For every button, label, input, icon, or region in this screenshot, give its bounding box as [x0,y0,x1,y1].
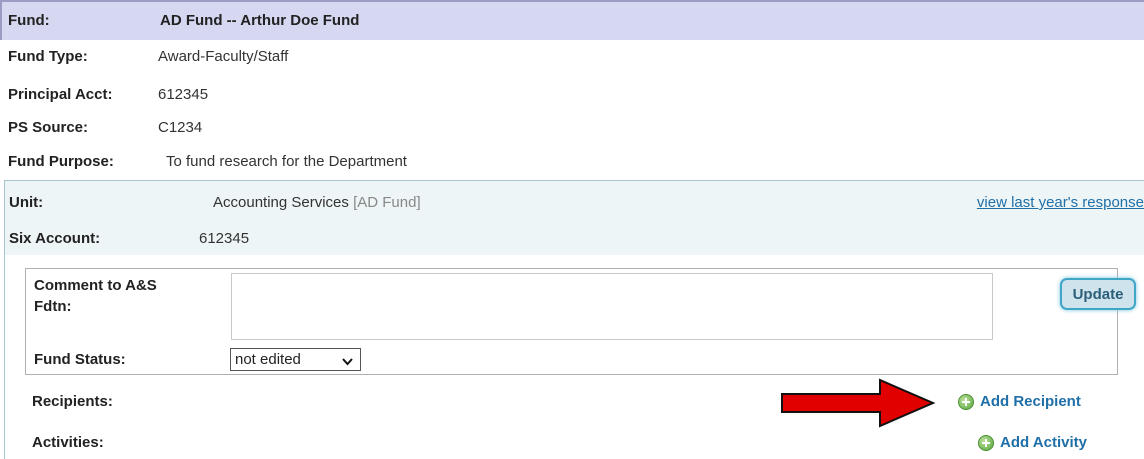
view-last-year-link[interactable]: view last year's response [977,194,1144,211]
fund-purpose-value: To fund research for the Department [166,153,407,170]
fund-name: AD Fund -- Arthur Doe Fund [160,12,360,29]
principal-acct-label: Principal Acct: [8,86,113,103]
plus-circle-icon [958,393,974,410]
ps-source-value: C1234 [158,119,203,136]
fund-label: Fund: [8,12,50,29]
add-activity-label: Add Activity [1000,434,1087,451]
add-recipient-button[interactable]: Add Recipient [958,393,1081,410]
update-button[interactable]: Update [1060,278,1136,310]
activities-label: Activities: [32,434,104,451]
plus-circle-icon [978,434,994,451]
six-account-label: Six Account: [9,230,101,247]
chevron-down-icon [341,353,354,374]
fund-header: Fund: AD Fund -- Arthur Doe Fund [0,0,1144,40]
unit-band: Unit: Accounting Services [AD Fund] view… [5,181,1144,255]
fund-status-label: Fund Status: [34,351,126,368]
comment-textarea[interactable] [231,273,993,340]
unit-value: Accounting Services [AD Fund] [213,194,421,211]
add-recipient-label: Add Recipient [980,393,1081,410]
principal-acct-value: 612345 [158,86,209,103]
unit-fund-tag: [AD Fund] [353,194,421,211]
fund-type-label: Fund Type: [8,48,88,65]
red-arrow-icon [781,378,936,428]
comment-label-line2: Fdtn: [34,298,72,315]
ps-source-label: PS Source: [8,119,89,136]
comment-label-line1: Comment to A&S [34,277,157,294]
unit-label: Unit: [9,194,44,211]
recipients-label: Recipients: [32,393,113,410]
fund-status-value: not edited [235,351,301,368]
unit-name: Accounting Services [213,194,349,211]
six-account-value: 612345 [199,230,250,247]
comment-form: Comment to A&S Fdtn: Update Fund Status:… [25,268,1136,375]
fund-purpose-label: Fund Purpose: [8,153,114,170]
fund-status-select[interactable]: not edited [230,348,361,371]
fund-type-value: Award-Faculty/Staff [158,48,289,65]
comment-label: Comment to A&S Fdtn: [34,275,157,317]
add-activity-button[interactable]: Add Activity [978,434,1087,451]
